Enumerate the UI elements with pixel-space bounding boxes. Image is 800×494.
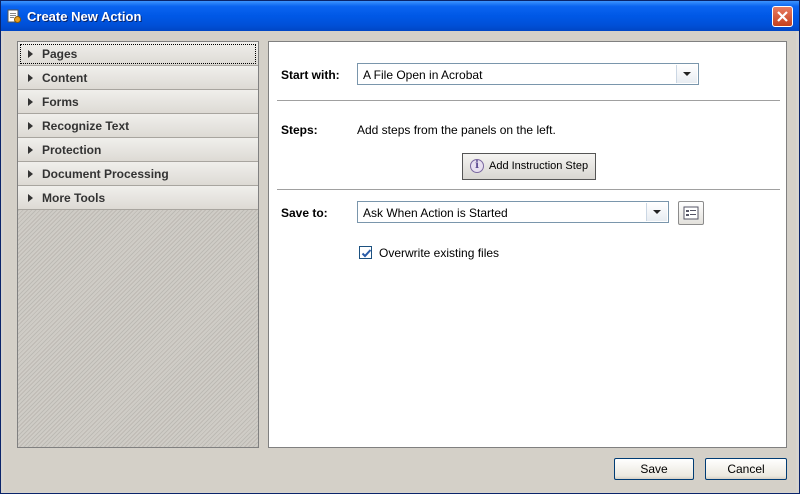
checkmark-icon [361, 249, 372, 258]
expand-arrow-icon [28, 146, 33, 154]
close-button[interactable] [772, 6, 793, 27]
start-with-select[interactable]: A File Open in Acrobat [357, 63, 699, 85]
sidebar-item-label: Recognize Text [42, 119, 130, 133]
save-to-label: Save to: [281, 206, 328, 220]
sidebar-item-pages[interactable]: Pages [18, 42, 258, 66]
save-to-value: Ask When Action is Started [363, 206, 508, 220]
save-button[interactable]: Save [614, 458, 694, 480]
sidebar-item-recognize-text[interactable]: Recognize Text [18, 114, 258, 138]
sidebar-item-label: Pages [42, 47, 78, 61]
cancel-button[interactable]: Cancel [705, 458, 787, 480]
chevron-down-icon[interactable] [676, 65, 697, 83]
tools-panel: Pages Content Forms Recognize Text Prote… [17, 41, 259, 448]
options-list-icon [683, 206, 699, 220]
chevron-down-icon[interactable] [646, 203, 667, 221]
expand-arrow-icon [28, 50, 33, 58]
sidebar-item-forms[interactable]: Forms [18, 90, 258, 114]
add-instruction-step-label: Add Instruction Step [489, 160, 589, 172]
overwrite-checkbox[interactable] [359, 246, 372, 259]
expand-arrow-icon [28, 170, 33, 178]
start-with-value: A File Open in Acrobat [363, 68, 483, 82]
sidebar-item-document-processing[interactable]: Document Processing [18, 162, 258, 186]
divider [277, 189, 780, 190]
overwrite-label[interactable]: Overwrite existing files [379, 246, 499, 260]
expand-arrow-icon [28, 74, 33, 82]
sidebar-item-content[interactable]: Content [18, 66, 258, 90]
expand-arrow-icon [28, 98, 33, 106]
sidebar-item-protection[interactable]: Protection [18, 138, 258, 162]
save-to-select[interactable]: Ask When Action is Started [357, 201, 669, 223]
sidebar-item-label: Content [42, 71, 88, 85]
info-icon: i [470, 159, 484, 173]
steps-hint: Add steps from the panels on the left. [357, 123, 556, 137]
sidebar-item-more-tools[interactable]: More Tools [18, 186, 258, 210]
expand-arrow-icon [28, 122, 33, 130]
save-options-button[interactable] [678, 201, 704, 225]
action-app-icon [7, 9, 21, 23]
steps-label: Steps: [281, 123, 318, 137]
action-settings-panel: Start with: A File Open in Acrobat Steps… [268, 41, 787, 448]
dialog-body: Pages Content Forms Recognize Text Prote… [4, 31, 796, 492]
sidebar-item-label: More Tools [42, 191, 106, 205]
sidebar-item-label: Forms [42, 95, 79, 109]
divider [277, 100, 780, 101]
expand-arrow-icon [28, 194, 33, 202]
sidebar-item-label: Document Processing [42, 167, 169, 181]
window-title: Create New Action [27, 9, 142, 24]
create-new-action-dialog: Create New Action Pages Content Forms Re… [0, 0, 800, 494]
title-bar[interactable]: Create New Action [1, 1, 799, 31]
add-instruction-step-button[interactable]: i Add Instruction Step [462, 153, 596, 180]
sidebar-item-label: Protection [42, 143, 102, 157]
close-icon [777, 11, 788, 22]
start-with-label: Start with: [281, 68, 340, 82]
